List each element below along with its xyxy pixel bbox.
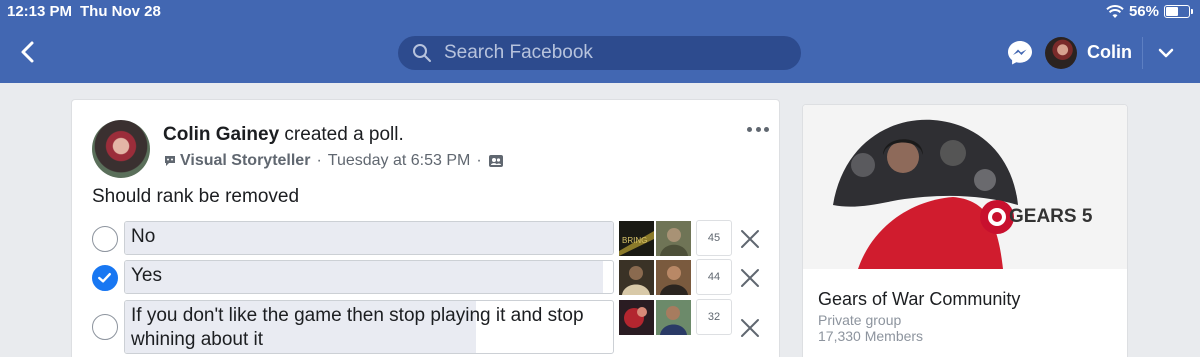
poll-post-card: Colin Gainey created a poll. Visual Stor… bbox=[71, 99, 780, 357]
poll-option-label: No bbox=[131, 226, 156, 247]
post-action-text: created a poll. bbox=[284, 124, 404, 145]
voter-avatar[interactable] bbox=[656, 300, 691, 335]
battery-icon bbox=[1164, 5, 1193, 18]
post-header: Colin Gainey created a poll. bbox=[163, 124, 404, 146]
poll-option-bar[interactable]: No bbox=[124, 221, 614, 255]
top-nav-bar: 12:13 PM Thu Nov 28 56% Colin bbox=[0, 0, 1200, 83]
voter-avatars[interactable] bbox=[619, 260, 691, 295]
voter-thumb-text: BRING bbox=[622, 236, 647, 245]
meta-separator: · bbox=[316, 152, 322, 169]
group-privacy: Private group bbox=[818, 312, 902, 328]
visual-storyteller-badge[interactable]: Visual Storyteller bbox=[163, 152, 310, 170]
voter-avatar[interactable]: BRING bbox=[619, 221, 654, 256]
vote-count[interactable]: 32 bbox=[696, 299, 732, 335]
post-meta: Visual Storyteller · Tuesday at 6:53 PM … bbox=[163, 152, 504, 170]
vote-count[interactable]: 44 bbox=[696, 259, 732, 295]
remove-option-icon[interactable] bbox=[738, 266, 762, 290]
group-members: 17,330 Members bbox=[818, 328, 924, 344]
search-input[interactable] bbox=[444, 42, 764, 64]
voter-avatar[interactable] bbox=[619, 260, 654, 295]
voter-avatar[interactable] bbox=[656, 260, 691, 295]
author-name-link[interactable]: Colin Gainey bbox=[163, 124, 279, 145]
badge-label: Visual Storyteller bbox=[180, 152, 311, 169]
author-avatar[interactable] bbox=[92, 120, 150, 178]
poll-option-radio-checked[interactable] bbox=[92, 265, 118, 291]
voter-avatar[interactable] bbox=[656, 221, 691, 256]
group-banner-title: GEARS 5 bbox=[1009, 206, 1093, 227]
poll-question: Should rank be removed bbox=[92, 186, 300, 207]
poll-option-bar[interactable]: If you don't like the game then stop pla… bbox=[124, 300, 614, 354]
search-bar[interactable] bbox=[398, 36, 801, 70]
voter-avatars[interactable] bbox=[619, 300, 691, 335]
poll-option-bar[interactable]: Yes bbox=[124, 260, 614, 294]
poll-option-radio[interactable] bbox=[92, 226, 118, 252]
group-cover-image[interactable]: GEARS 5 bbox=[803, 105, 1128, 269]
search-icon bbox=[413, 44, 431, 62]
status-date: Thu Nov 28 bbox=[80, 3, 161, 20]
group-name[interactable]: Gears of War Community bbox=[818, 289, 1020, 310]
post-timestamp[interactable]: Tuesday at 6:53 PM bbox=[328, 152, 471, 170]
voter-avatar[interactable] bbox=[619, 300, 654, 335]
messenger-icon[interactable] bbox=[1006, 39, 1034, 67]
vote-count[interactable]: 45 bbox=[696, 220, 732, 256]
status-time: 12:13 PM bbox=[7, 3, 73, 20]
user-name-link[interactable]: Colin bbox=[1087, 42, 1132, 63]
voter-avatars[interactable]: BRING bbox=[619, 221, 691, 256]
nav-divider bbox=[1142, 37, 1143, 69]
meta-separator: · bbox=[476, 152, 482, 169]
status-indicators: 56% bbox=[1106, 3, 1193, 20]
back-arrow-icon[interactable] bbox=[16, 40, 40, 64]
remove-option-icon[interactable] bbox=[738, 227, 762, 251]
group-audience-icon[interactable] bbox=[488, 153, 504, 169]
chevron-down-icon[interactable] bbox=[1156, 43, 1176, 63]
speech-bubble-icon bbox=[165, 156, 175, 166]
poll-option-label: Yes bbox=[131, 265, 162, 286]
more-options-icon[interactable] bbox=[747, 127, 769, 135]
user-avatar[interactable] bbox=[1045, 37, 1077, 69]
poll-option-radio[interactable] bbox=[92, 314, 118, 340]
wifi-icon bbox=[1106, 4, 1124, 18]
checkmark-icon bbox=[98, 272, 111, 283]
poll-option-label: If you don't like the game then stop pla… bbox=[131, 305, 584, 350]
group-card[interactable]: GEARS 5 Gears of War Community Private g… bbox=[802, 104, 1128, 357]
remove-option-icon[interactable] bbox=[738, 316, 762, 340]
battery-percent: 56% bbox=[1128, 3, 1159, 20]
